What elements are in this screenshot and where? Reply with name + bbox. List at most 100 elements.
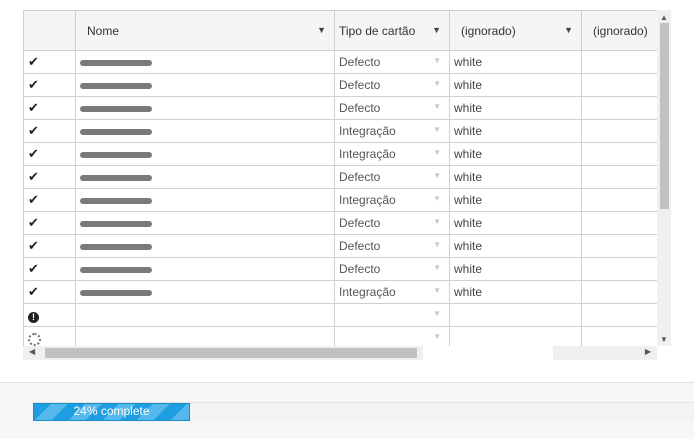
dropdown-arrow-icon[interactable]: ▼ — [433, 194, 441, 203]
ignored-cell-2[interactable] — [581, 119, 657, 143]
name-cell[interactable] — [75, 165, 335, 189]
dropdown-arrow-icon[interactable]: ▼ — [433, 125, 441, 134]
ignored-cell-2[interactable] — [581, 165, 657, 189]
sort-icon[interactable]: ▼ — [564, 25, 573, 35]
ignored-cell-2[interactable] — [581, 303, 657, 327]
table-row[interactable]: ✔ Defecto ▼ white — [23, 73, 657, 97]
ignored-cell[interactable] — [449, 326, 582, 346]
dropdown-arrow-icon[interactable]: ▼ — [433, 102, 441, 111]
header-nome[interactable]: Nome ▼ — [75, 10, 335, 51]
name-cell[interactable] — [75, 119, 335, 143]
card-type-value: Defecto — [339, 101, 381, 115]
card-type-value: Defecto — [339, 216, 381, 230]
card-type-cell[interactable]: Defecto ▼ — [334, 257, 450, 281]
dropdown-arrow-icon[interactable]: ▼ — [433, 332, 441, 341]
table-row[interactable]: ✔ Integração ▼ white — [23, 142, 657, 166]
table-row[interactable]: ✔ Integração ▼ white — [23, 188, 657, 212]
ignored-cell-2[interactable] — [581, 257, 657, 281]
dropdown-arrow-icon[interactable]: ▼ — [433, 148, 441, 157]
table-row[interactable]: ✔ Defecto ▼ white — [23, 165, 657, 189]
card-type-cell[interactable]: ▼ — [334, 303, 450, 327]
ignored-cell[interactable]: white — [449, 234, 582, 258]
ignored-cell[interactable]: white — [449, 165, 582, 189]
card-type-cell[interactable]: Defecto ▼ — [334, 165, 450, 189]
scroll-left-arrow-icon[interactable]: ◀ — [29, 347, 35, 356]
ignored-cell-2[interactable] — [581, 234, 657, 258]
header-ignorado-1[interactable]: (ignorado) ▼ — [449, 10, 582, 51]
name-cell[interactable] — [75, 280, 335, 304]
ignored-cell[interactable] — [449, 303, 582, 327]
horizontal-scroll-thumb[interactable] — [45, 348, 417, 358]
ignored-cell[interactable]: white — [449, 280, 582, 304]
name-cell[interactable] — [75, 96, 335, 120]
dropdown-arrow-icon[interactable]: ▼ — [433, 263, 441, 272]
card-type-cell[interactable]: Defecto ▼ — [334, 50, 450, 74]
scroll-up-arrow-icon[interactable]: ▲ — [657, 13, 671, 22]
card-type-cell[interactable]: Integração ▼ — [334, 142, 450, 166]
horizontal-scrollbar[interactable]: ◀ ▶ — [23, 346, 657, 360]
name-cell[interactable] — [75, 303, 335, 327]
name-cell[interactable] — [75, 234, 335, 258]
ignored-value: white — [454, 285, 483, 299]
header-tipo-de-cartao[interactable]: Tipo de cartão ▼ — [334, 10, 450, 51]
card-type-value: Defecto — [339, 55, 381, 69]
dropdown-arrow-icon[interactable]: ▼ — [433, 56, 441, 65]
table-row[interactable]: ✔ Defecto ▼ white — [23, 50, 657, 74]
ignored-cell-2[interactable] — [581, 50, 657, 74]
card-type-cell[interactable]: Integração ▼ — [334, 280, 450, 304]
table-row[interactable]: ✔ Defecto ▼ white — [23, 257, 657, 281]
name-cell[interactable] — [75, 211, 335, 235]
card-type-cell[interactable]: Integração ▼ — [334, 119, 450, 143]
vertical-scroll-thumb[interactable] — [660, 23, 669, 209]
scroll-right-arrow-icon[interactable]: ▶ — [645, 347, 651, 356]
ignored-cell[interactable]: white — [449, 142, 582, 166]
name-cell[interactable] — [75, 73, 335, 97]
check-icon: ✔ — [28, 123, 39, 138]
dropdown-arrow-icon[interactable]: ▼ — [433, 171, 441, 180]
table-row[interactable]: ✔ Integração ▼ white — [23, 119, 657, 143]
ignored-cell-2[interactable] — [581, 211, 657, 235]
sort-icon[interactable]: ▼ — [317, 25, 326, 35]
table-row[interactable]: ✔ Defecto ▼ white — [23, 211, 657, 235]
dropdown-arrow-icon[interactable]: ▼ — [433, 217, 441, 226]
sort-icon[interactable]: ▼ — [432, 25, 441, 35]
dropdown-arrow-icon[interactable]: ▼ — [433, 79, 441, 88]
header-ignorado-2[interactable]: (ignorado) — [581, 10, 657, 51]
ignored-cell[interactable]: white — [449, 119, 582, 143]
ignored-cell[interactable]: white — [449, 96, 582, 120]
ignored-cell-2[interactable] — [581, 73, 657, 97]
name-cell[interactable] — [75, 142, 335, 166]
table-row-error[interactable]: ! ▼ — [23, 303, 657, 327]
name-cell[interactable] — [75, 50, 335, 74]
ignored-cell-2[interactable] — [581, 280, 657, 304]
ignored-cell-2[interactable] — [581, 96, 657, 120]
card-type-value: Integração — [339, 147, 396, 161]
ignored-cell-2[interactable] — [581, 326, 657, 346]
card-type-cell[interactable]: Defecto ▼ — [334, 73, 450, 97]
card-type-cell[interactable]: ▼ — [334, 326, 450, 346]
dropdown-arrow-icon[interactable]: ▼ — [433, 240, 441, 249]
ignored-cell[interactable]: white — [449, 257, 582, 281]
name-cell[interactable] — [75, 326, 335, 346]
ignored-cell[interactable]: white — [449, 188, 582, 212]
table-row[interactable]: ✔ Integração ▼ white — [23, 280, 657, 304]
table-row[interactable]: ✔ Defecto ▼ white — [23, 234, 657, 258]
ignored-cell-2[interactable] — [581, 142, 657, 166]
ignored-cell[interactable]: white — [449, 211, 582, 235]
card-type-cell[interactable]: Defecto ▼ — [334, 234, 450, 258]
table-row[interactable]: ✔ Defecto ▼ white — [23, 96, 657, 120]
name-cell[interactable] — [75, 188, 335, 212]
ignored-cell[interactable]: white — [449, 50, 582, 74]
dropdown-arrow-icon[interactable]: ▼ — [433, 286, 441, 295]
vertical-scrollbar[interactable]: ▲ ▼ — [657, 10, 671, 346]
table-row-loading[interactable]: ▼ — [23, 326, 657, 346]
card-type-cell[interactable]: Defecto ▼ — [334, 211, 450, 235]
card-type-cell[interactable]: Integração ▼ — [334, 188, 450, 212]
ignored-cell[interactable]: white — [449, 73, 582, 97]
card-type-cell[interactable]: Defecto ▼ — [334, 96, 450, 120]
scroll-down-arrow-icon[interactable]: ▼ — [657, 335, 671, 344]
ignored-cell-2[interactable] — [581, 188, 657, 212]
check-icon: ✔ — [28, 169, 39, 184]
dropdown-arrow-icon[interactable]: ▼ — [433, 309, 441, 318]
name-cell[interactable] — [75, 257, 335, 281]
